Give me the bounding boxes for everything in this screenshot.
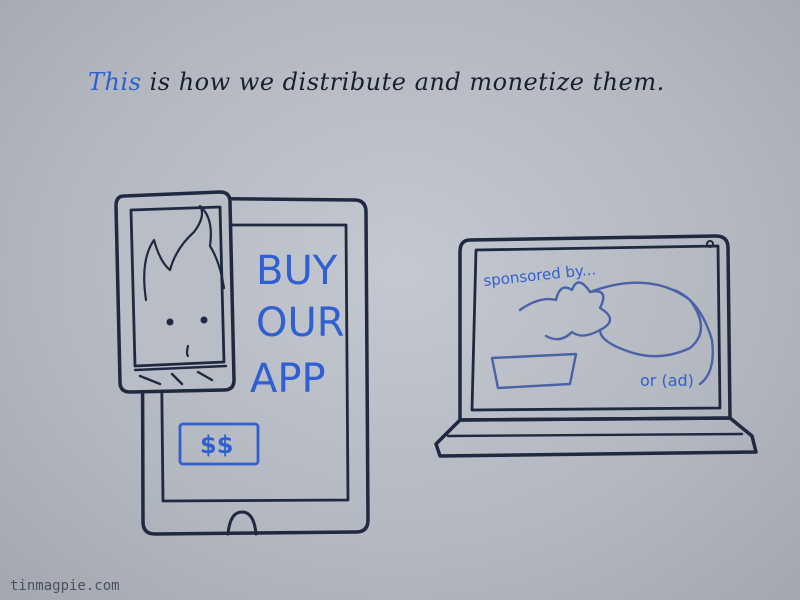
ad-line-buy: BUY	[256, 248, 338, 294]
ad-line-app: APP	[250, 356, 326, 402]
sponsor-text: sponsored by...	[483, 260, 597, 290]
comic-drawing: BUY OUR APP $$ sponsored by... or (ad)	[114, 190, 758, 536]
tablet-home-button	[226, 510, 258, 536]
laptop-camera-icon	[706, 240, 714, 248]
laptop-ad-text: or (ad)	[640, 371, 694, 390]
laptop-hinge-line	[446, 432, 744, 438]
site-watermark: tinmagpie.com	[10, 578, 120, 594]
price-label: $$	[200, 431, 233, 459]
ad-line-our: OUR	[256, 300, 345, 346]
laptop-base	[434, 416, 758, 458]
